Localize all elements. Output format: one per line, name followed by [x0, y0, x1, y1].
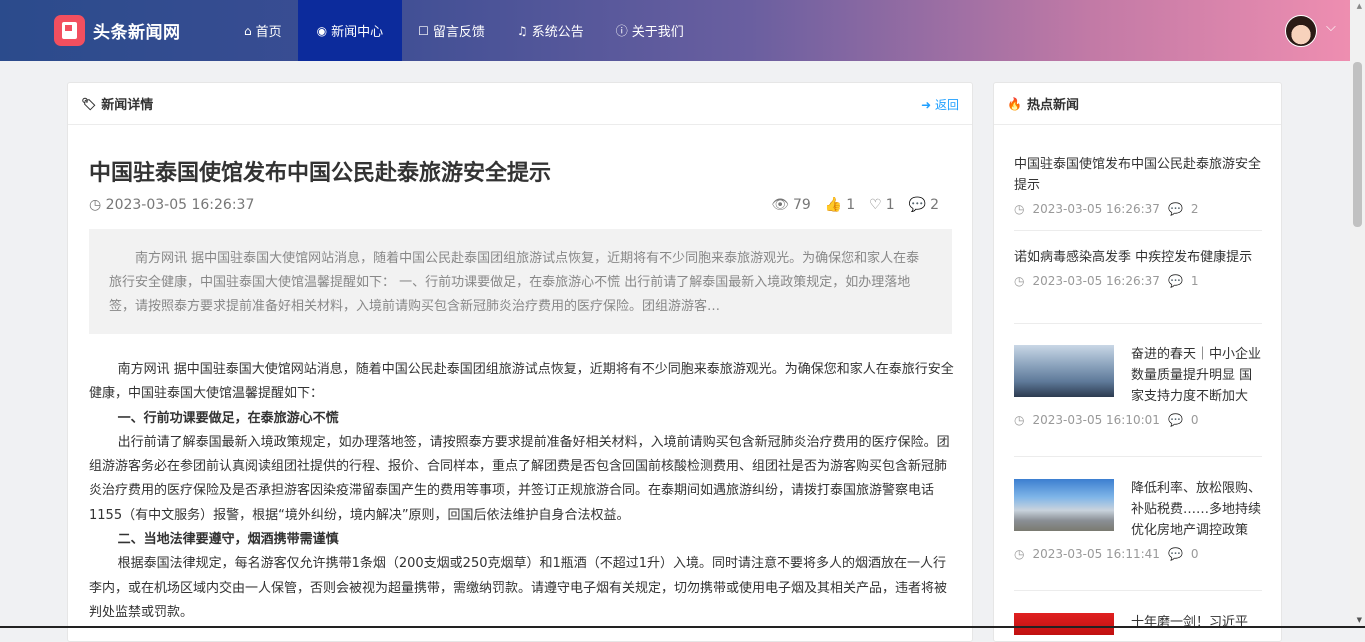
card-header: 🏷 新闻详情 ➜ 返回: [68, 83, 972, 125]
article-meta: ◷ 2023-03-05 16:26:37 👁 79 👍 1 ♡ 1 💬 2: [89, 197, 939, 217]
hot-news-item[interactable]: 降低利率、放松限购、补贴税费……多地持续优化房地产调控政策 ◷ 2023-03-0…: [1014, 478, 1262, 591]
hot-news-meta: ◷ 2023-03-05 16:11:41 💬 0: [1014, 547, 1262, 561]
hot-news-meta: ◷ 2023-03-05 16:26:37 💬 1: [1014, 274, 1262, 288]
hot-news-date: 2023-03-05 16:10:01: [1032, 413, 1160, 427]
scroll-thumb[interactable]: [1353, 62, 1362, 227]
hot-news-date: 2023-03-05 16:26:37: [1032, 274, 1160, 288]
clock-icon: ◷: [89, 197, 102, 213]
nav-label-news-center: 新闻中心: [331, 25, 384, 40]
user-avatar[interactable]: [1285, 15, 1317, 47]
fire-icon: 🔥: [1007, 96, 1022, 111]
clock-icon: ◷: [1014, 274, 1025, 288]
hot-news-title: 中国驻泰国使馆发布中国公民赴泰旅游安全提示: [1014, 157, 1262, 193]
hot-news-thumbnail: [1014, 479, 1114, 531]
hot-news-item[interactable]: 诺如病毒感染高发季 中疾控发布健康提示 ◷ 2023-03-05 16:26:37…: [1014, 247, 1262, 324]
back-label: 返回: [934, 98, 959, 112]
comment-icon: 💬: [1167, 274, 1183, 288]
article-title: 中国驻泰国使馆发布中国公民赴泰旅游安全提示: [89, 161, 552, 186]
comment-count-value: 2: [930, 197, 939, 213]
tags-icon: 🏷: [81, 96, 97, 111]
body-paragraph: 南方网讯 据中国驻泰国大使馆网站消息，随着中国公民赴泰国团组旅游试点恢复，近期将…: [89, 362, 954, 402]
section-title: 热点新闻: [1026, 98, 1079, 113]
main-nav: ⌂ 首页 ◉ 新闻中心 ☐ 留言反馈 ♫ 系统公告 ⓘ 关于我们: [228, 0, 700, 61]
brand-name: 头条新闻网: [93, 22, 181, 43]
hot-news-date: 2023-03-05 16:11:41: [1032, 547, 1160, 561]
article-stats: 👁 79 👍 1 ♡ 1 💬 2: [771, 197, 939, 213]
brand-logo-icon: [54, 14, 85, 46]
body-heading: 二、当地法律要遵守，烟酒携带需谨慎: [117, 532, 339, 548]
publish-date: ◷ 2023-03-05 16:26:37: [89, 197, 254, 213]
hot-news-meta: ◷ 2023-03-05 16:26:37 💬 2: [1014, 202, 1262, 216]
favorite-count-value: 1: [885, 197, 895, 213]
section-title: 新闻详情: [101, 98, 154, 113]
top-navbar: 头条新闻网 ⌂ 首页 ◉ 新闻中心 ☐ 留言反馈 ♫ 系统公告 ⓘ 关于我们 ⌵: [0, 0, 1365, 61]
hot-news-date: 2023-03-05 16:26:37: [1032, 202, 1160, 216]
clock-icon: ◷: [1014, 413, 1025, 427]
like-button[interactable]: 👍 1: [825, 197, 855, 213]
hot-news-comments: 0: [1190, 413, 1199, 427]
body-heading: 一、行前功课要做足，在泰旅游心不慌: [117, 410, 339, 426]
publish-date-text: 2023-03-05 16:26:37: [105, 197, 255, 213]
hot-news-meta: ◷ 2023-03-05 16:10:01 💬 0: [1014, 413, 1262, 427]
hot-news-comments: 1: [1190, 274, 1199, 288]
nav-label-about: 关于我们: [631, 25, 684, 40]
comment-icon: 💬: [1167, 202, 1183, 216]
chevron-down-icon[interactable]: ⌵: [1326, 20, 1336, 35]
hot-news-thumbnail: [1014, 613, 1114, 635]
scroll-up-icon[interactable]: ▲: [1357, 2, 1362, 10]
brand[interactable]: 头条新闻网: [54, 14, 181, 46]
hot-news-comments: 2: [1190, 202, 1199, 216]
comment-icon: 💬: [1167, 413, 1183, 427]
nav-label-home: 首页: [255, 25, 282, 40]
nav-item-announcements[interactable]: ♫ 系统公告: [501, 0, 600, 61]
page-scrollbar[interactable]: ▲ ▼: [1350, 0, 1365, 628]
nav-label-announcements: 系统公告: [531, 25, 584, 40]
view-count-value: 79: [792, 197, 811, 213]
heart-icon: ♡: [869, 197, 882, 213]
scroll-down-icon[interactable]: ▼: [1357, 616, 1362, 624]
comment-count[interactable]: 💬 2: [909, 197, 939, 213]
back-link[interactable]: ➜ 返回: [921, 96, 959, 113]
nav-item-news-center[interactable]: ◉ 新闻中心: [297, 0, 403, 61]
hot-news-item[interactable]: 中国驻泰国使馆发布中国公民赴泰旅游安全提示 ◷ 2023-03-05 16:26:…: [1014, 154, 1262, 231]
hot-news-item[interactable]: 奋进的春天｜中小企业数量质量提升明显 国家支持力度不断加大 ◷ 2023-03-0…: [1014, 344, 1262, 457]
hot-news-title: 诺如病毒感染高发季 中疾控发布健康提示: [1014, 250, 1253, 265]
thumbs-up-icon: 👍: [824, 197, 843, 213]
home-icon: ⌂: [244, 23, 252, 38]
nav-item-feedback[interactable]: ☐ 留言反馈: [402, 0, 501, 61]
chat-icon: ☐: [418, 23, 429, 38]
clock-icon: ◷: [1014, 547, 1025, 561]
hot-news-card: 🔥 热点新闻 中国驻泰国使馆发布中国公民赴泰旅游安全提示 ◷ 2023-03-05…: [993, 82, 1282, 642]
clock-icon: ◷: [1014, 202, 1025, 216]
comment-icon: 💬: [908, 197, 927, 213]
nav-item-about[interactable]: ⓘ 关于我们: [600, 0, 700, 61]
info-icon: ⓘ: [615, 24, 628, 38]
favorite-button[interactable]: ♡ 1: [869, 197, 894, 213]
card-header: 🔥 热点新闻: [994, 83, 1281, 125]
like-count-value: 1: [846, 197, 856, 213]
body-paragraph: 出行前请了解泰国最新入境政策规定，如办理落地签，请按照泰方要求提前准备好相关材料…: [89, 434, 950, 523]
article-body: 南方网讯 据中国驻泰国大使馆网站消息，随着中国公民赴泰国团组旅游试点恢复，近期将…: [89, 358, 955, 625]
comment-icon: 💬: [1167, 547, 1183, 561]
news-detail-card: 🏷 新闻详情 ➜ 返回 中国驻泰国使馆发布中国公民赴泰旅游安全提示 ◷ 2023…: [67, 82, 973, 642]
eye-icon: 👁: [771, 197, 789, 213]
nav-label-feedback: 留言反馈: [432, 25, 485, 40]
arrow-left-icon: ➜: [921, 98, 932, 112]
hot-news-thumbnail: [1014, 345, 1114, 397]
hot-news-comments: 0: [1190, 547, 1199, 561]
view-count: 👁 79: [771, 197, 811, 213]
globe-icon: ◉: [316, 23, 328, 38]
nav-item-home[interactable]: ⌂ 首页: [228, 0, 298, 61]
bell-icon: ♫: [516, 23, 528, 38]
article-summary: 南方网讯 据中国驻泰国大使馆网站消息，随着中国公民赴泰国团组旅游试点恢复，近期将…: [89, 229, 952, 334]
body-paragraph: 根据泰国法律规定，每名游客仅允许携带1条烟（200支烟或250克烟草）和1瓶酒（…: [89, 556, 948, 620]
